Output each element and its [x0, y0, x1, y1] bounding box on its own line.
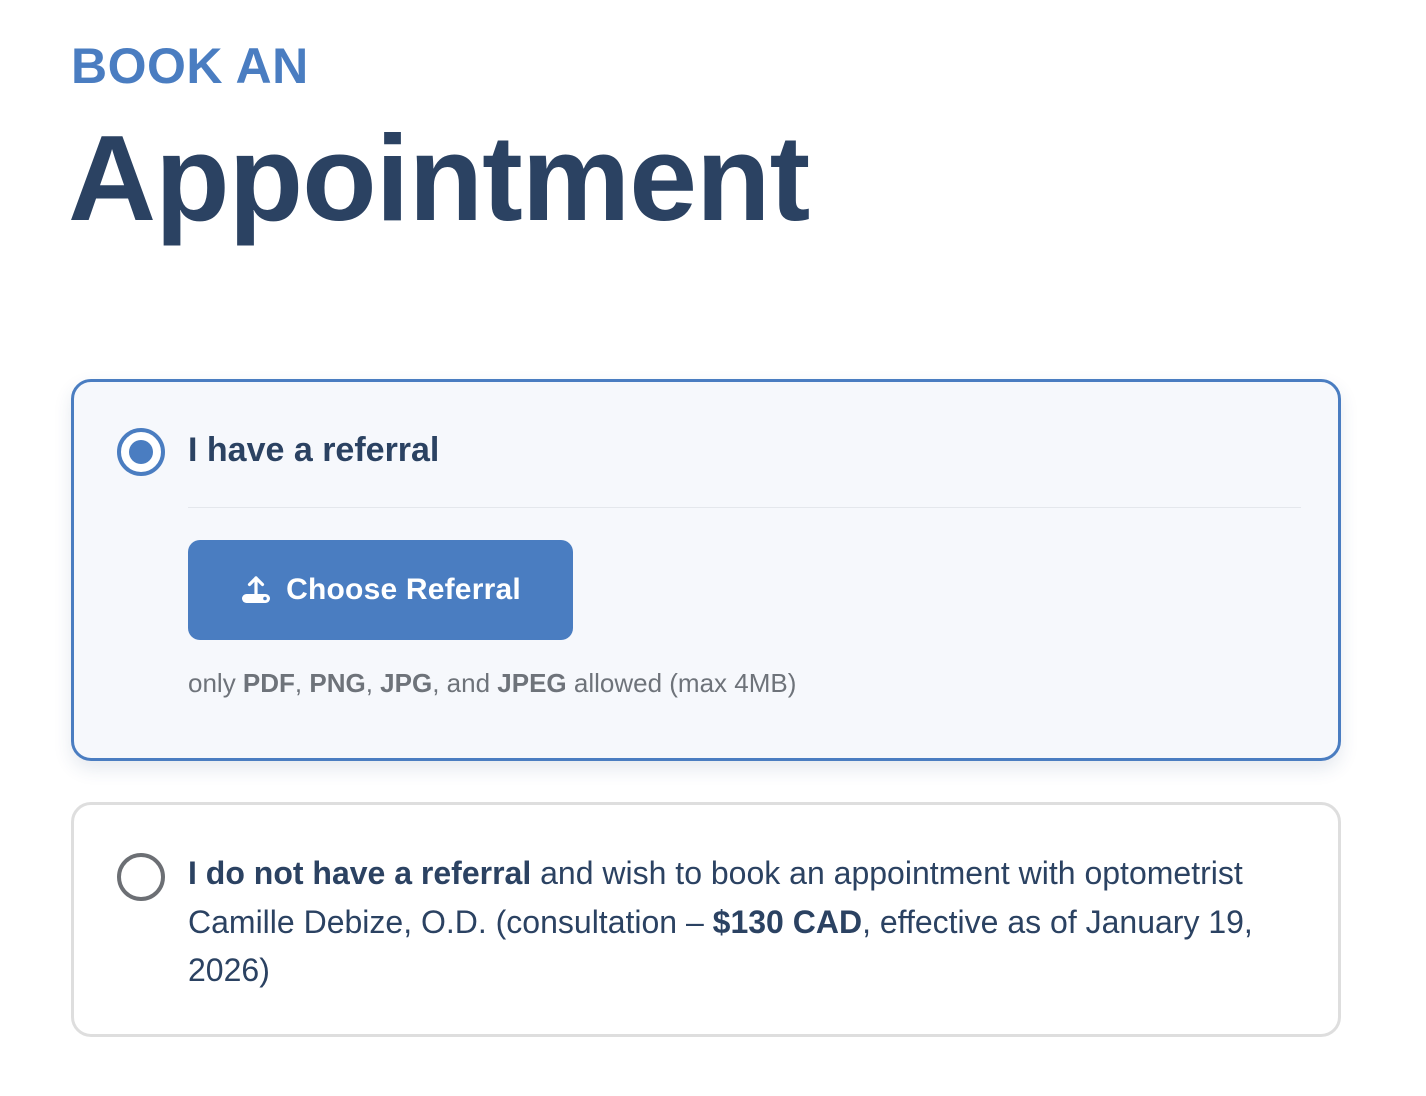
- consultation-price: $130 CAD: [712, 903, 863, 940]
- format-pdf: PDF: [242, 668, 295, 698]
- no-referral-option-label[interactable]: I do not have a referral and wish to boo…: [188, 849, 1298, 995]
- file-format-hint: only PDF, PNG, JPG, and JPEG allowed (ma…: [188, 666, 796, 700]
- no-referral-bold-label: I do not have a referral: [188, 855, 532, 891]
- referral-option-label[interactable]: I have a referral: [188, 426, 439, 474]
- no-referral-radio-button[interactable]: [117, 853, 165, 901]
- hint-suffix: allowed (max 4MB): [566, 668, 797, 698]
- format-png: PNG: [309, 668, 366, 698]
- no-referral-option-card[interactable]: I do not have a referral and wish to boo…: [71, 802, 1341, 1037]
- format-jpg: JPG: [380, 668, 433, 698]
- radio-selected-dot: [129, 440, 153, 464]
- referral-radio-button[interactable]: [117, 428, 165, 476]
- format-jpeg: JPEG: [497, 668, 567, 698]
- upload-icon: [242, 576, 271, 603]
- eyebrow-heading: BOOK AN: [71, 38, 309, 94]
- hint-separator: ,: [365, 668, 381, 698]
- hint-prefix: only: [188, 668, 243, 698]
- choose-referral-label: Choose Referral: [286, 573, 521, 606]
- hint-separator: ,: [294, 668, 310, 698]
- hint-separator: , and: [432, 668, 498, 698]
- referral-option-card[interactable]: I have a referral Choose Referral only P…: [71, 379, 1341, 761]
- choose-referral-button[interactable]: Choose Referral: [188, 540, 573, 640]
- divider: [188, 507, 1301, 508]
- page-title: Appointment: [68, 110, 810, 246]
